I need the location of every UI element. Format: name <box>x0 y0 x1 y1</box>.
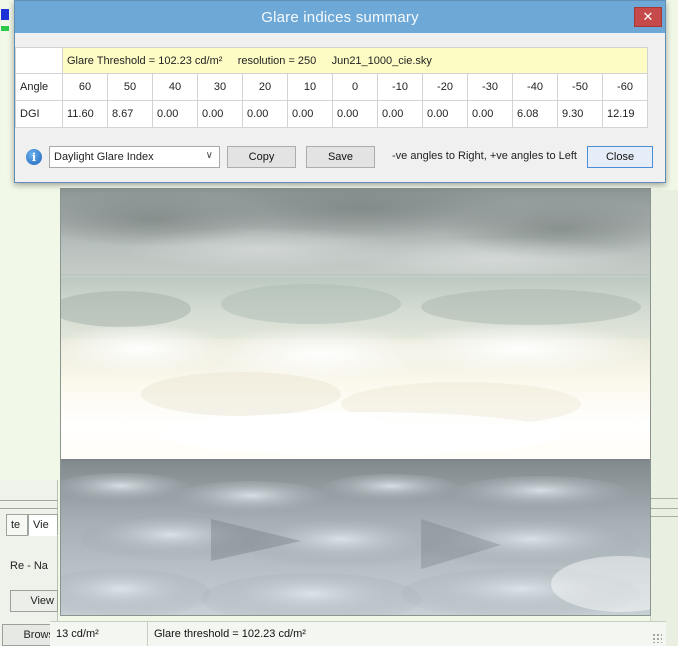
angle-cell: -20 <box>422 73 468 101</box>
status-glare-threshold: Glare threshold = 102.23 cd/m² <box>154 628 306 640</box>
resize-grip-icon[interactable] <box>652 633 662 643</box>
glare-table: Glare Threshold = 102.23 cd/m² resolutio… <box>15 47 652 128</box>
dgi-cell: 0.00 <box>152 100 198 128</box>
dgi-cell: 8.67 <box>107 100 153 128</box>
background-right-panel <box>650 190 678 646</box>
close-button-label: Close <box>605 151 635 163</box>
save-button[interactable]: Save <box>306 146 375 168</box>
dgi-cell: 0.00 <box>197 100 243 128</box>
dgi-cell: 12.19 <box>602 100 648 128</box>
save-button-label: Save <box>327 151 354 163</box>
angle-cell: -10 <box>377 73 423 101</box>
app-icon <box>1 9 9 31</box>
table-row-dgi: DGI 11.60 8.67 0.00 0.00 0.00 0.00 0.00 … <box>15 100 648 128</box>
glare-indices-dialog: Glare indices summary ✕ Glare Threshold … <box>1 0 666 183</box>
sky-file-info: Jun21_1000_cie.sky <box>331 54 432 67</box>
angle-cell: 30 <box>197 73 243 101</box>
table-info-row: Glare Threshold = 102.23 cd/m² resolutio… <box>15 47 648 74</box>
titlebar-close-button[interactable]: ✕ <box>634 7 662 27</box>
dgi-cell: 11.60 <box>62 100 108 128</box>
resolution-info: resolution = 250 <box>237 54 317 67</box>
angle-cell: 10 <box>287 73 333 101</box>
copy-button[interactable]: Copy <box>227 146 296 168</box>
angle-cell: 40 <box>152 73 198 101</box>
copy-button-label: Copy <box>248 151 275 163</box>
dgi-cell: 0.00 <box>332 100 378 128</box>
angle-cell: -60 <box>602 73 648 101</box>
glare-index-select-value: Daylight Glare Index <box>54 151 154 163</box>
dgi-cell: 0.00 <box>377 100 423 128</box>
table-row-angle: Angle 60 50 40 30 20 10 0 -10 -20 -30 -4… <box>15 73 648 101</box>
angle-direction-hint: -ve angles to Right, +ve angles to Left <box>392 150 577 162</box>
background-view-button[interactable]: View <box>10 590 58 612</box>
dialog-title: Glare indices summary <box>261 8 419 26</box>
info-icon[interactable]: i <box>26 149 42 165</box>
dgi-cell: 0.00 <box>467 100 513 128</box>
angle-row-header: Angle <box>15 73 63 101</box>
close-icon: ✕ <box>642 9 654 24</box>
background-tab-view-partial[interactable]: Vie <box>28 514 58 536</box>
status-bar: 13 cd/m² Glare threshold = 102.23 cd/m² <box>50 621 666 646</box>
angle-cell: 20 <box>242 73 288 101</box>
angle-cell: 60 <box>62 73 108 101</box>
sky-render-view[interactable] <box>60 188 651 616</box>
dgi-cell: 0.00 <box>422 100 468 128</box>
glare-threshold-info: Glare Threshold = 102.23 cd/m² <box>67 54 223 67</box>
background-name-label: Re - Na <box>10 560 48 572</box>
table-corner-cell <box>15 47 63 74</box>
dialog-titlebar[interactable]: Glare indices summary ✕ <box>15 1 665 33</box>
angle-cell: -40 <box>512 73 558 101</box>
status-luminance: 13 cd/m² <box>50 622 148 646</box>
dialog-controls: i Daylight Glare Index ∨ Copy Save -ve a… <box>15 145 665 171</box>
close-button[interactable]: Close <box>587 146 653 168</box>
background-tab-partial[interactable]: te <box>6 514 28 536</box>
glare-index-select[interactable]: Daylight Glare Index ∨ <box>49 146 220 168</box>
angle-cell: -50 <box>557 73 603 101</box>
angle-cell: -30 <box>467 73 513 101</box>
angle-cell: 0 <box>332 73 378 101</box>
angle-cell: 50 <box>107 73 153 101</box>
sky-render-image <box>61 189 650 615</box>
info-row-cell: Glare Threshold = 102.23 cd/m² resolutio… <box>62 47 648 74</box>
dgi-cell: 0.00 <box>242 100 288 128</box>
dgi-cell: 0.00 <box>287 100 333 128</box>
dgi-cell: 6.08 <box>512 100 558 128</box>
dgi-cell: 9.30 <box>557 100 603 128</box>
dgi-row-header: DGI <box>15 100 63 128</box>
chevron-down-icon: ∨ <box>205 150 213 161</box>
